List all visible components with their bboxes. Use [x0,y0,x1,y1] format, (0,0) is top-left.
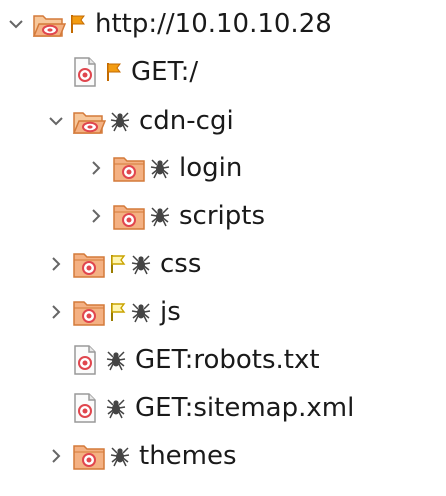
tree-node-label: css [160,249,202,279]
tree-node-sitemap[interactable]: GET:sitemap.xml [66,388,354,428]
tree-node-js[interactable]: js [46,292,181,332]
spider-icon [105,397,127,419]
tree-node-label: cdn-cgi [139,106,234,136]
flag-yellow-icon [109,301,127,323]
tree-node-label: http://10.10.10.28 [95,9,332,39]
tree-node-label: js [160,297,181,327]
file-target-icon [72,393,98,423]
tree-node-login[interactable]: login [86,148,242,188]
chevron-right-icon[interactable] [86,156,106,180]
spider-icon [130,301,152,323]
spider-icon [149,205,171,227]
folder-open-target-icon [72,106,106,136]
folder-target-icon [112,153,146,183]
chevron-down-icon[interactable] [46,109,66,133]
flag-orange-icon [69,13,87,35]
tree-node-themes[interactable]: themes [46,436,237,476]
spider-icon [130,253,152,275]
chevron-down-icon[interactable] [6,12,26,36]
tree-node-robots[interactable]: GET:robots.txt [66,340,320,380]
tree-node-label: login [179,153,243,183]
folder-target-icon [112,201,146,231]
file-target-icon [72,345,98,375]
chevron-right-icon[interactable] [86,204,106,228]
tree-node-css[interactable]: css [46,244,201,284]
tree-node-get-root[interactable]: GET:/ [66,52,198,92]
flag-yellow-icon [109,253,127,275]
tree-node-scripts[interactable]: scripts [86,196,265,236]
folder-open-target-icon [32,9,66,39]
tree-node-label: GET:robots.txt [135,345,320,375]
spider-icon [109,110,131,132]
tree-node-label: themes [139,441,237,471]
sites-tree: http://10.10.10.28 GET:/ cdn-cgi login s… [0,0,446,496]
tree-node-cdn-cgi[interactable]: cdn-cgi [46,101,234,141]
folder-target-icon [72,297,106,327]
spider-icon [149,157,171,179]
tree-node-label: GET:/ [131,57,199,87]
folder-target-icon [72,249,106,279]
spider-icon [109,445,131,467]
tree-node-label: GET:sitemap.xml [135,393,355,423]
spider-icon [105,349,127,371]
chevron-right-icon[interactable] [46,252,66,276]
chevron-right-icon[interactable] [46,444,66,468]
chevron-right-icon[interactable] [46,300,66,324]
tree-node-site-root[interactable]: http://10.10.10.28 [6,4,332,44]
tree-node-label: scripts [179,201,265,231]
file-target-icon [72,57,98,87]
flag-orange-icon [105,61,123,83]
folder-target-icon [72,441,106,471]
